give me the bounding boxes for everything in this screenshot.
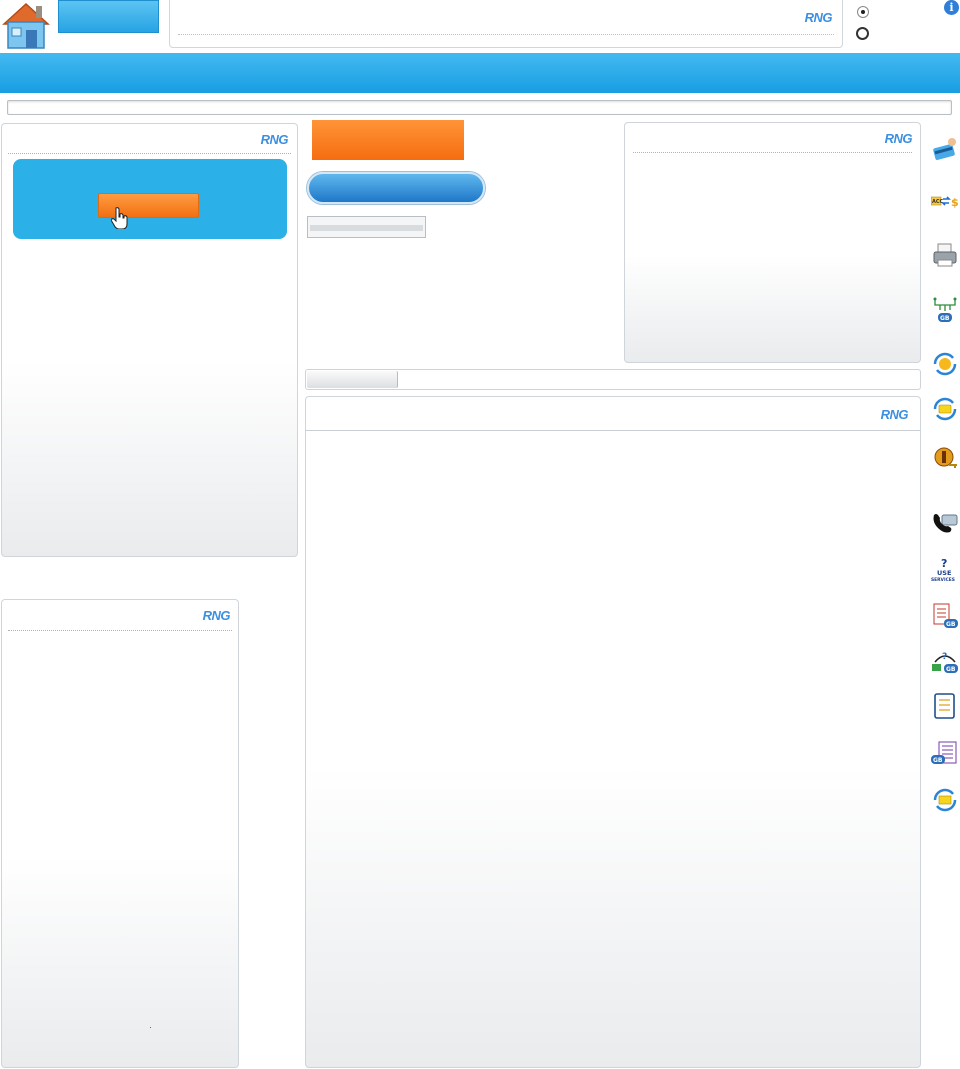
- header-tab[interactable]: [58, 0, 159, 33]
- document-gb-icon[interactable]: GB: [931, 602, 959, 630]
- brand-logo: RNG: [260, 132, 289, 147]
- icon-label: USE: [937, 569, 951, 577]
- use-services-icon[interactable]: ? USE SERVICES: [931, 556, 959, 584]
- lottery-key-icon[interactable]: [931, 445, 959, 473]
- brand-logo: RNG: [880, 407, 909, 422]
- icon-label: GB: [946, 666, 956, 673]
- info-icon[interactable]: i: [944, 0, 959, 15]
- divider: [178, 34, 834, 35]
- phone-payment-icon[interactable]: [931, 507, 959, 535]
- checklist-icon[interactable]: [931, 692, 959, 720]
- tab-bar: [305, 369, 921, 390]
- nav-bar: [0, 53, 960, 93]
- promo-banner: [13, 159, 287, 239]
- sync-note-icon[interactable]: [931, 786, 959, 814]
- divider: [8, 153, 291, 154]
- sync-face-icon[interactable]: [931, 350, 959, 378]
- currency-exchange-icon[interactable]: ACC $: [931, 187, 959, 215]
- brand-logo: RNG: [202, 608, 231, 623]
- search-input[interactable]: [7, 100, 952, 115]
- marker-dot: [150, 1027, 151, 1028]
- divider: [306, 430, 920, 431]
- divider: [8, 630, 232, 631]
- icon-label: ?: [942, 652, 947, 662]
- question-gb-icon[interactable]: ? GB: [931, 648, 959, 676]
- credit-card-icon[interactable]: [931, 135, 959, 163]
- sync-card-icon[interactable]: [931, 395, 959, 423]
- left-panel-top: RNG: [1, 123, 298, 557]
- home-icon[interactable]: [0, 0, 52, 52]
- grey-button[interactable]: [307, 216, 426, 238]
- left-panel-bottom: RNG: [1, 599, 239, 1068]
- icon-label: SERVICES: [931, 577, 955, 583]
- radio-option-2[interactable]: [856, 27, 869, 40]
- network-gb-icon[interactable]: GB: [931, 297, 959, 325]
- orange-banner[interactable]: [312, 120, 464, 160]
- list-gb-icon[interactable]: GB: [931, 740, 959, 768]
- tab-active[interactable]: [307, 371, 398, 388]
- icon-label: GB: [933, 757, 943, 764]
- main-panel: RNG: [305, 396, 921, 1068]
- pill-button[interactable]: [307, 172, 485, 204]
- divider: [633, 152, 912, 153]
- pointer-hand-icon: [111, 207, 128, 229]
- right-panel-top: RNG: [624, 122, 921, 363]
- icon-label: GB: [940, 315, 950, 322]
- svg-text:$: $: [951, 196, 959, 209]
- radio-option-1[interactable]: [857, 6, 869, 18]
- header-box: RNG: [169, 0, 843, 48]
- brand-logo: RNG: [804, 10, 833, 25]
- icon-label: GB: [946, 621, 956, 628]
- icon-label: ACC: [932, 199, 944, 205]
- brand-logo: RNG: [884, 131, 913, 146]
- printer-icon[interactable]: [931, 241, 959, 269]
